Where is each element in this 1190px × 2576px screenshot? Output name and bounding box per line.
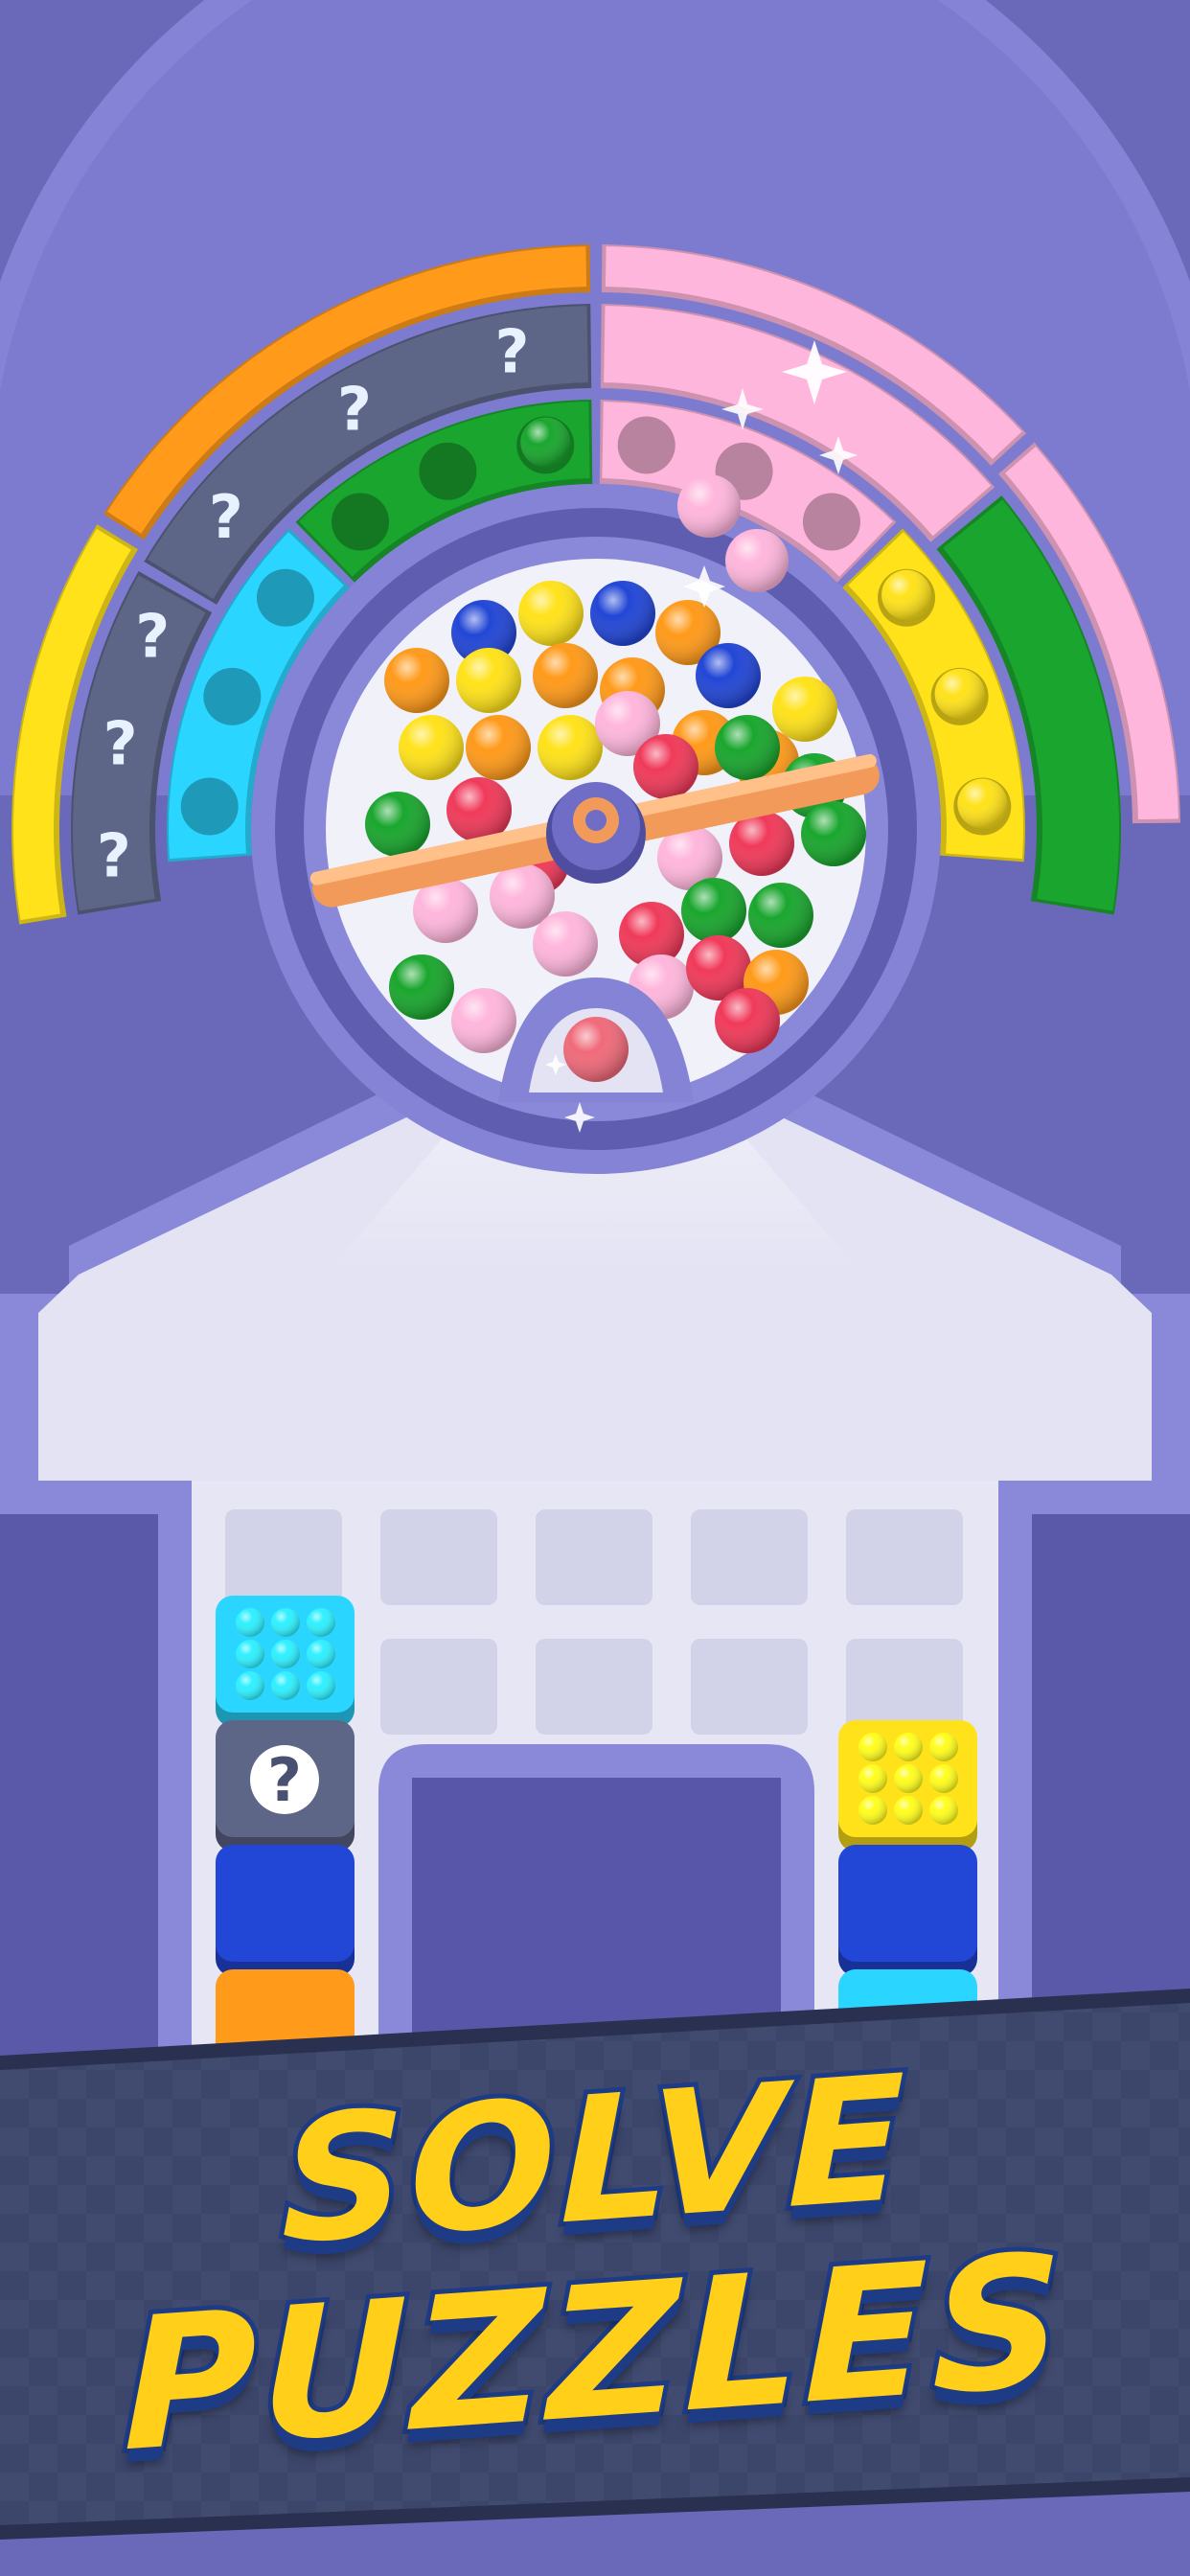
ball-shade (533, 911, 598, 977)
slot-ball-shade (957, 778, 1008, 829)
stack-left[interactable]: ? (216, 1596, 355, 2101)
ball-shade (456, 648, 521, 713)
ball-shade (772, 677, 837, 742)
block-bump-shade (307, 1671, 335, 1700)
block-bump-shade (271, 1671, 300, 1700)
ring-slot (419, 442, 477, 500)
block-bump-shade (858, 1733, 887, 1761)
ball-shade (633, 734, 698, 799)
ring-slot (203, 667, 262, 725)
mystery-mark: ? (209, 482, 243, 552)
mystery-mark: ? (97, 820, 131, 890)
ball-shade (533, 643, 598, 708)
ring-slot (256, 568, 314, 627)
block-bump-shade (307, 1640, 335, 1668)
block-blue[interactable] (838, 1845, 977, 1976)
ball-shade (715, 715, 780, 780)
grid-cell[interactable] (691, 1639, 808, 1735)
slot-ball-shade (934, 668, 985, 719)
ball-shade (389, 954, 454, 1020)
ball-shade (590, 581, 655, 646)
ring-slot (802, 493, 860, 551)
ball-shade (681, 878, 746, 943)
block-yellow[interactable] (838, 1720, 977, 1852)
ball-shade (801, 801, 866, 866)
slot-ball-shade (881, 569, 932, 620)
mystery-mark: ? (135, 601, 170, 671)
block-bump-shade (236, 1640, 264, 1668)
block-bump-shade (858, 1796, 887, 1825)
grid-cell[interactable] (846, 1509, 963, 1605)
ball-shade (696, 643, 761, 708)
block-bump-shade (307, 1608, 335, 1637)
block-blue[interactable] (216, 1845, 355, 1976)
ball-shade (384, 648, 449, 713)
block-bump-shade (929, 1733, 958, 1761)
block-mystery[interactable]: ? (216, 1720, 355, 1852)
block-face (838, 1845, 977, 1962)
block-bump-shade (236, 1608, 264, 1637)
ball-shade (466, 715, 531, 780)
grid-cell[interactable] (225, 1509, 342, 1605)
block-bump-shade (858, 1764, 887, 1793)
grid-cell[interactable] (691, 1509, 808, 1605)
ring-slot (180, 777, 239, 836)
ball-shade (538, 715, 603, 780)
grid-cell[interactable] (380, 1639, 497, 1735)
block-bump-shade (929, 1764, 958, 1793)
block-bump-shade (894, 1764, 923, 1793)
block-bump-shade (271, 1640, 300, 1668)
mystery-mark: ? (103, 708, 138, 778)
block-cyan[interactable] (216, 1596, 355, 1727)
ball-shade (399, 715, 464, 780)
mystery-mark: ? (494, 317, 529, 387)
mystery-mark: ? (337, 375, 372, 445)
ball-shade (365, 792, 430, 857)
ball-drum[interactable] (251, 484, 941, 1174)
ring-slot (332, 493, 390, 551)
ball-shade (715, 988, 780, 1053)
grid-cell[interactable] (536, 1639, 652, 1735)
block-bump-shade (894, 1733, 923, 1761)
block-bump-shade (894, 1796, 923, 1825)
ball-shade (518, 581, 584, 646)
grid-cell[interactable] (380, 1509, 497, 1605)
mystery-mark: ? (267, 1745, 302, 1815)
block-bump-shade (929, 1796, 958, 1825)
grid-cell[interactable] (536, 1509, 652, 1605)
block-bump-shade (271, 1608, 300, 1637)
block-bump-shade (236, 1671, 264, 1700)
ball-shade (451, 988, 516, 1053)
block-face (216, 1845, 355, 1962)
ball-shade (748, 883, 813, 948)
slot-ball-shade (520, 417, 571, 468)
ring-slot (617, 416, 675, 474)
